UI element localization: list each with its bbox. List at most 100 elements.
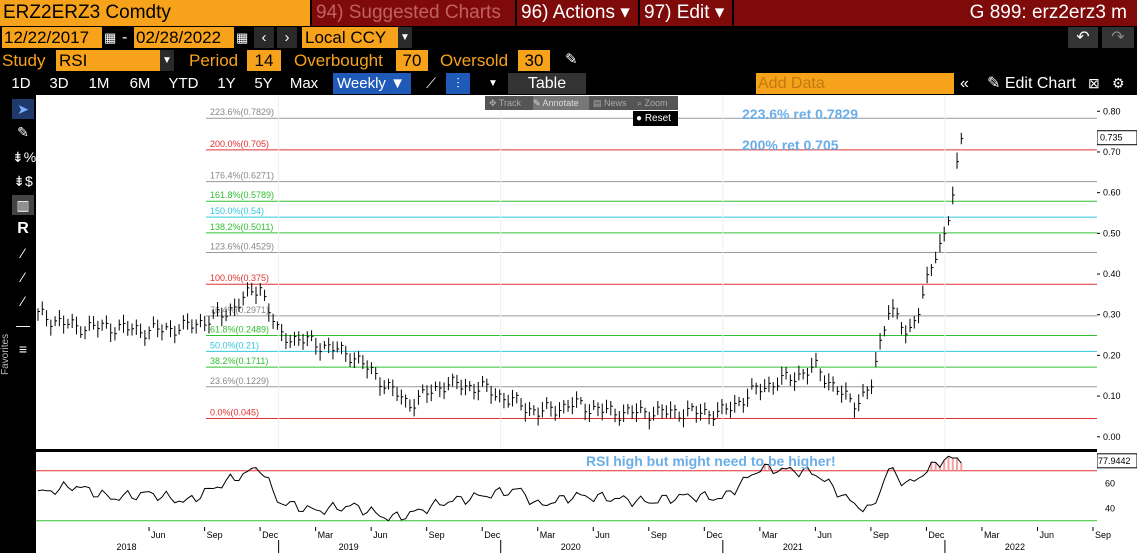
favorites-tab[interactable]: Favorites [0,295,12,375]
ray-icon[interactable]: ⁄ [12,267,34,287]
retracement-tool-icon[interactable]: R [12,219,34,239]
overbought-input[interactable]: 70 [396,50,428,71]
redo-icon[interactable]: ↷ [1102,27,1134,48]
x-tick-label: Jun [1039,530,1054,540]
annotation-text[interactable]: RSI high but might need to be higher! [586,453,836,469]
line-chart-icon[interactable]: ⟋ [419,73,443,94]
edit-menu[interactable]: 97) Edit ▾ [640,0,732,26]
rsi-last-value-label: 77.9442 [1098,456,1131,466]
timeframe-1y[interactable]: 1Y [210,73,243,94]
reset-button[interactable]: ● Reset [633,111,678,126]
y-tick-label: 0.50 [1103,228,1121,238]
x-tick-label: Mar [984,530,1000,540]
fib-label: 100.0%(0.375) [210,273,269,283]
x-tick-label: Jun [373,530,388,540]
overbought-label: Overbought [294,51,383,70]
chevron-left-icon[interactable]: ‹ [254,27,274,48]
fib-label: 123.6%(0.4529) [210,242,274,252]
undo-icon[interactable]: ↶ [1068,27,1098,48]
track-label: Track [498,98,522,108]
cursor-icon[interactable]: ➤ [12,99,34,119]
x-tick-label: Jun [817,530,832,540]
timeframe-6m[interactable]: 6M [122,73,158,94]
table-button[interactable]: Table [508,73,586,94]
pencil-icon[interactable]: ✎ [565,51,581,69]
ticker-field[interactable]: ERZ2ERZ3 Comdty [0,0,310,26]
study-label: Study [2,51,46,70]
fib-label: 138.2%(0.5011) [210,222,273,232]
y-tick-label: 0.80 [1103,106,1121,116]
currency-select[interactable]: Local CCY [302,27,412,48]
edit-chart-button[interactable]: ✎ Edit Chart [984,73,1084,94]
x-tick-label: Jun [151,530,166,540]
year-label: 2018 [117,542,137,552]
calendar-icon[interactable]: ▦ [236,29,250,46]
percent-tool-icon[interactable]: ⇟% [12,147,36,167]
start-date-input[interactable]: 12/22/2017 [2,27,102,48]
frequency-select[interactable]: Weekly ▼ [333,73,411,94]
x-tick-label: Sep [207,530,223,540]
fib-label: 223.6%(0.7829) [210,107,274,117]
y-tick-label: 0.30 [1103,310,1121,320]
zoom-label: Zoom [644,98,668,108]
timeframe-5y[interactable]: 5Y [247,73,280,94]
annotation-text[interactable]: 223.6% ret 0.7829 [742,106,858,122]
end-date-input[interactable]: 02/28/2022 [134,27,234,48]
edit-grid-icon[interactable]: ⊠ [1088,73,1106,94]
horizontal-line-icon[interactable]: — [12,315,34,335]
pen-icon[interactable]: ✎ [12,122,34,142]
chevron-down-icon[interactable]: ▼ [398,27,412,48]
actions-menu[interactable]: 96) Actions ▾ [517,0,638,26]
fib-label: 61.8%(0.2489) [210,325,269,335]
y-tick-label: 0.00 [1103,432,1121,442]
segment-icon[interactable]: ⁄ [12,291,34,311]
trendline-icon[interactable]: ⁄ [12,243,34,263]
price-chart[interactable]: 223.6%(0.7829) 200.0%(0.705) 176.4%(0.6271… [36,95,1097,449]
x-tick-label: Jun [595,530,610,540]
suggested-charts-menu[interactable]: 94) Suggested Charts [312,0,515,26]
fib-label: 176.4%(0.6271) [210,171,274,181]
calendar-icon[interactable]: ▦ [104,29,118,46]
fib-label: 200.0%(0.705) [210,139,269,149]
annotate-label: Annotate [542,98,579,108]
x-tick-label: Mar [762,530,778,540]
chevron-down-icon[interactable]: ▼ [160,50,174,71]
rsi-tick-label: 40 [1105,503,1115,513]
chevron-down-icon[interactable]: ▼ [484,73,502,94]
timeframe-3d[interactable]: 3D [42,73,76,94]
reset-label: Reset [644,113,671,124]
timeframe-max[interactable]: Max [284,73,324,94]
chevron-right-icon[interactable]: › [277,27,297,48]
study-select[interactable]: RSI [56,50,174,71]
period-input[interactable]: 14 [247,50,281,71]
edit-chart-label: Edit Chart [1004,75,1076,92]
x-tick-label: Mar [318,530,334,540]
collapse-icon[interactable]: « [960,73,980,94]
annotate-button[interactable]: ✎ Annotate [533,96,589,110]
news-label: News [604,98,627,108]
year-label: 2019 [339,542,359,552]
track-button[interactable]: ✥ Track [489,96,533,110]
bar-chart-icon[interactable]: ⫶ [446,73,470,94]
year-label: 2020 [561,542,581,552]
fib-label: 0.0%(0.045) [210,407,259,417]
x-tick-label: Sep [1095,530,1111,540]
timeframe-ytd[interactable]: YTD [161,73,206,94]
rsi-chart[interactable] [36,452,1097,527]
oversold-input[interactable]: 30 [518,50,550,71]
zoom-button[interactable]: ⌕ Zoom [637,96,677,110]
fib-tool-icon[interactable]: ▥ [12,195,34,215]
fib-label: 161.8%(0.5789) [210,190,274,200]
news-button[interactable]: ▤ News [593,96,633,110]
track-icon: ✥ [489,98,499,108]
y-tick-label: 0.40 [1103,269,1121,279]
timeframe-1m[interactable]: 1M [80,73,118,94]
dollar-tool-icon[interactable]: ⇟$ [12,171,34,191]
add-data-input[interactable]: Add Data [756,73,954,94]
annotation-text[interactable]: 200% ret 0.705 [742,137,839,153]
reset-icon: ● [636,113,645,124]
x-tick-label: Dec [928,530,945,540]
timeframe-1d[interactable]: 1D [4,73,38,94]
settings-icon[interactable]: ⚙ [1112,73,1130,94]
channel-icon[interactable]: ≡ [12,339,34,359]
